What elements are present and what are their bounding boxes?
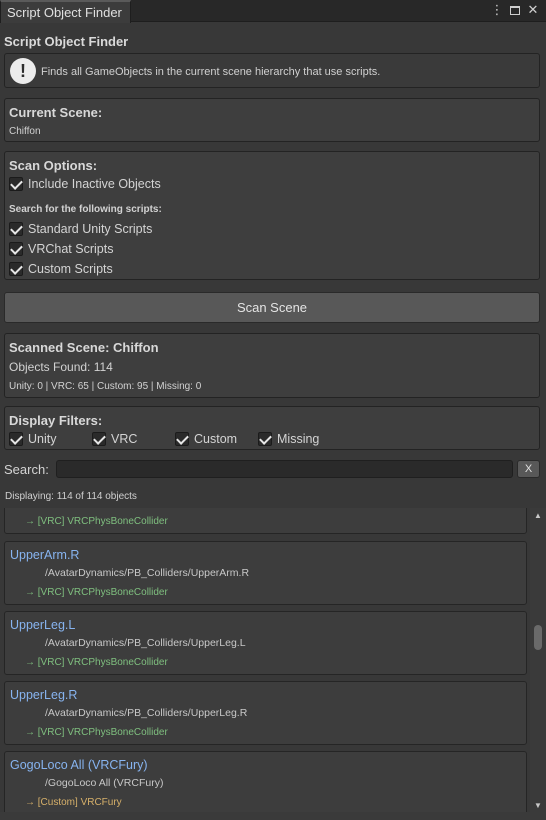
script-label: → [VRC] VRCPhysBoneCollider bbox=[25, 727, 168, 738]
scan-scene-button[interactable]: Scan Scene bbox=[4, 292, 540, 323]
current-scene-value: Chiffon bbox=[9, 126, 41, 137]
checkbox[interactable] bbox=[9, 222, 23, 236]
scrollbar-thumb[interactable] bbox=[534, 625, 542, 650]
maximize-icon[interactable] bbox=[508, 2, 522, 18]
object-path: /GogoLoco All (VRCFury) bbox=[45, 777, 164, 789]
object-path: /AvatarDynamics/PB_Colliders/UpperLeg.R bbox=[45, 707, 248, 719]
script-label: → [Custom] VRCFury bbox=[25, 797, 122, 808]
object-path: /AvatarDynamics/PB_Colliders/UpperArm.R bbox=[45, 567, 250, 579]
checkbox[interactable] bbox=[9, 262, 23, 276]
checkbox[interactable] bbox=[175, 432, 189, 446]
object-name-link[interactable]: GogoLoco All (VRCFury) bbox=[10, 758, 148, 772]
custom-scripts-toggle[interactable]: Custom Scripts bbox=[9, 262, 113, 276]
results-breakdown: Unity: 0 | VRC: 65 | Custom: 95 | Missin… bbox=[9, 381, 202, 392]
filter-label: Missing bbox=[277, 432, 320, 446]
display-filters-box: Display Filters: Unity VRC Custom Missin… bbox=[4, 406, 540, 450]
search-scripts-heading: Search for the following scripts: bbox=[9, 204, 162, 215]
script-label: → [VRC] VRCPhysBoneCollider bbox=[25, 587, 168, 598]
checkbox[interactable] bbox=[9, 242, 23, 256]
display-filters-label: Display Filters: bbox=[9, 413, 103, 428]
clear-search-button[interactable]: X bbox=[517, 460, 540, 478]
scroll-down-icon[interactable]: ▼ bbox=[534, 802, 542, 810]
script-label: → [VRC] VRCPhysBoneCollider bbox=[25, 657, 168, 668]
object-name-link[interactable]: UpperLeg.L bbox=[10, 618, 75, 632]
filter-vrc-toggle[interactable]: VRC bbox=[92, 432, 137, 446]
scan-options-box: Scan Options: Include Inactive Objects S… bbox=[4, 151, 540, 280]
search-label: Search: bbox=[4, 462, 49, 477]
list-scrollbar[interactable]: ▲ ▼ bbox=[530, 508, 546, 814]
bottom-edge bbox=[0, 812, 546, 820]
current-scene-label: Current Scene: bbox=[9, 105, 103, 120]
info-icon: ! bbox=[10, 58, 36, 84]
standard-unity-scripts-toggle[interactable]: Standard Unity Scripts bbox=[9, 222, 152, 236]
current-scene-box: Current Scene: Chiffon bbox=[4, 98, 540, 142]
page-title: Script Object Finder bbox=[4, 34, 129, 49]
tab-script-object-finder[interactable]: Script Object Finder bbox=[0, 0, 131, 23]
scroll-up-icon[interactable]: ▲ bbox=[534, 512, 542, 520]
object-list: → [VRC] VRCPhysBoneCollider UpperArm.R /… bbox=[0, 508, 530, 812]
scan-options-label: Scan Options: bbox=[9, 158, 98, 173]
more-vertical-icon[interactable]: ⋮ bbox=[490, 2, 504, 18]
filter-missing-toggle[interactable]: Missing bbox=[258, 432, 319, 446]
list-item[interactable]: → [VRC] VRCPhysBoneCollider bbox=[4, 508, 527, 534]
list-item[interactable]: UpperArm.R /AvatarDynamics/PB_Colliders/… bbox=[4, 541, 527, 605]
checkbox[interactable] bbox=[258, 432, 272, 446]
filter-custom-toggle[interactable]: Custom bbox=[175, 432, 237, 446]
scan-results-box: Scanned Scene: Chiffon Objects Found: 11… bbox=[4, 333, 540, 398]
scanned-scene-label: Scanned Scene: Chiffon bbox=[9, 340, 159, 355]
object-name-link[interactable]: UpperArm.R bbox=[10, 548, 79, 562]
filter-label: Custom bbox=[194, 432, 238, 446]
tab-title: Script Object Finder bbox=[7, 5, 122, 20]
displaying-count: Displaying: 114 of 114 objects bbox=[5, 491, 137, 502]
toggle-label: Standard Unity Scripts bbox=[28, 222, 153, 236]
help-text: Finds all GameObjects in the current sce… bbox=[41, 66, 381, 78]
filter-label: Unity bbox=[28, 432, 57, 446]
help-box: ! Finds all GameObjects in the current s… bbox=[4, 53, 540, 88]
list-item[interactable]: UpperLeg.L /AvatarDynamics/PB_Colliders/… bbox=[4, 611, 527, 675]
tab-bar: Script Object Finder ⋮ ✕ bbox=[0, 0, 546, 23]
script-label: → [VRC] VRCPhysBoneCollider bbox=[25, 516, 168, 527]
toggle-label: Custom Scripts bbox=[28, 262, 113, 276]
include-inactive-toggle[interactable]: Include Inactive Objects bbox=[9, 177, 161, 191]
list-item[interactable]: UpperLeg.R /AvatarDynamics/PB_Colliders/… bbox=[4, 681, 527, 745]
object-path: /AvatarDynamics/PB_Colliders/UpperLeg.L bbox=[45, 637, 246, 649]
window-controls: ⋮ ✕ bbox=[490, 2, 540, 18]
checkbox[interactable] bbox=[92, 432, 106, 446]
search-input[interactable] bbox=[56, 460, 513, 478]
filter-unity-toggle[interactable]: Unity bbox=[9, 432, 56, 446]
toggle-label: VRChat Scripts bbox=[28, 242, 114, 256]
filter-label: VRC bbox=[111, 432, 138, 446]
close-icon[interactable]: ✕ bbox=[526, 2, 540, 18]
include-inactive-label: Include Inactive Objects bbox=[28, 177, 161, 191]
checkbox[interactable] bbox=[9, 177, 23, 191]
object-name-link[interactable]: UpperLeg.R bbox=[10, 688, 77, 702]
vrchat-scripts-toggle[interactable]: VRChat Scripts bbox=[9, 242, 113, 256]
checkbox[interactable] bbox=[9, 432, 23, 446]
list-item[interactable]: GogoLoco All (VRCFury) /GogoLoco All (VR… bbox=[4, 751, 527, 812]
objects-found: Objects Found: 114 bbox=[9, 360, 113, 374]
